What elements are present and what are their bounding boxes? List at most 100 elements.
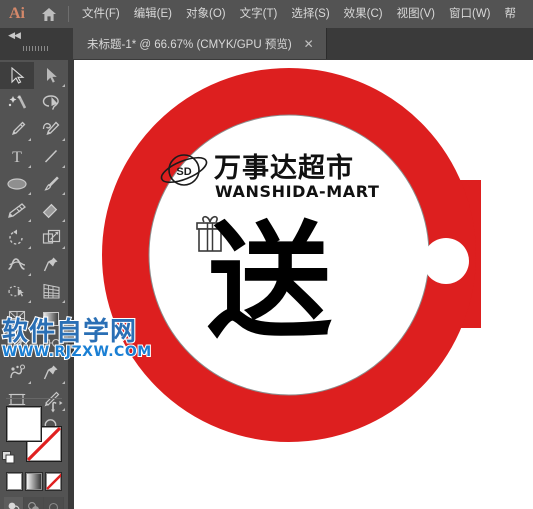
lasso-icon	[42, 95, 59, 110]
blend-tool[interactable]	[34, 332, 68, 359]
home-icon[interactable]	[34, 0, 64, 28]
tool-flyout-corner	[62, 354, 65, 357]
toolbar-drag-handle[interactable]	[16, 44, 56, 52]
document-tab[interactable]: 未标题-1* @ 66.67% (CMYK/GPU 预览) ✕	[73, 28, 327, 59]
selection-arrow-icon	[10, 67, 25, 84]
fill-stroke-controls	[2, 401, 63, 464]
shaper-pencil-icon	[8, 203, 26, 218]
curvature-tool[interactable]	[34, 116, 68, 143]
tool-flyout-corner	[62, 84, 65, 87]
menu-window[interactable]: 窗口(W)	[442, 0, 498, 28]
brand-badge-text: SD	[176, 166, 191, 178]
collapse-panel-icon[interactable]: ◀◀	[3, 29, 25, 42]
menu-bar: Ai 文件(F) 编辑(E) 对象(O) 文字(T) 选择(S) 效果(C) 视…	[0, 0, 533, 28]
tools-grid: T	[0, 62, 68, 440]
menu-file[interactable]: 文件(F)	[75, 0, 127, 28]
none-slash-small-icon	[45, 473, 61, 490]
eyedropper-icon	[9, 338, 24, 354]
gradient-icon	[43, 311, 59, 326]
ellipse-tool[interactable]	[0, 170, 34, 197]
shaper-tool[interactable]	[0, 197, 34, 224]
mesh-tool[interactable]	[0, 305, 34, 332]
menu-help-truncated[interactable]: 帮	[498, 0, 524, 28]
scale-tool[interactable]	[34, 224, 68, 251]
menu-object[interactable]: 对象(O)	[179, 0, 233, 28]
menu-select[interactable]: 选择(S)	[284, 0, 336, 28]
menu-edit[interactable]: 编辑(E)	[127, 0, 179, 28]
tool-flyout-corner	[62, 300, 65, 303]
width-icon	[8, 258, 26, 270]
brand-name-en: WANSHIDA-MART	[215, 182, 380, 201]
shape-builder-icon	[8, 285, 24, 297]
color-mode-button[interactable]	[6, 472, 24, 491]
paintbrush-tool[interactable]	[34, 170, 68, 197]
shape-builder-tool[interactable]	[0, 278, 34, 305]
direct-selection-arrow-icon	[46, 68, 57, 83]
document-tab-bar: ◀◀ 未标题-1* @ 66.67% (CMYK/GPU 预览) ✕	[0, 28, 533, 60]
draw-behind-button[interactable]	[24, 497, 44, 509]
type-T-icon: T	[12, 149, 22, 165]
tool-flyout-corner	[62, 246, 65, 249]
headline-character: 送	[207, 210, 332, 355]
menu-view[interactable]: 视图(V)	[390, 0, 442, 28]
paintbrush-icon	[43, 176, 59, 191]
rotate-tool[interactable]	[0, 224, 34, 251]
home-glyph	[42, 7, 56, 21]
grip-dots-icon	[23, 45, 49, 51]
toolbar-separator	[6, 398, 62, 399]
draw-inside-icon	[48, 502, 59, 509]
none-mode-button[interactable]	[44, 472, 62, 491]
ellipse-icon	[7, 177, 27, 190]
draw-inside-button[interactable]	[44, 497, 64, 509]
artwork-vector: SD 万事达超市 WANSHIDA-MART 送	[102, 68, 481, 442]
menu-type[interactable]: 文字(T)	[233, 0, 285, 28]
tool-flyout-corner	[62, 138, 65, 141]
symbol-sprayer-tool[interactable]	[0, 359, 34, 386]
line-icon	[44, 149, 58, 163]
symbol-sprayer-icon	[9, 364, 25, 379]
tool-flyout-corner	[28, 273, 31, 276]
default-fill-stroke-icon[interactable]	[2, 451, 15, 464]
tool-flyout-corner	[62, 219, 65, 222]
column-graph-tool[interactable]	[34, 359, 68, 386]
lasso-tool[interactable]	[34, 89, 68, 116]
app-logo: Ai	[9, 5, 25, 22]
magic-wand-tool[interactable]	[0, 89, 34, 116]
line-segment-tool[interactable]	[34, 143, 68, 170]
draw-mode-buttons	[4, 497, 64, 509]
tab-bar-empty-area	[329, 28, 533, 59]
eraser-tool[interactable]	[34, 197, 68, 224]
document-tab-title: 未标题-1* @ 66.67% (CMYK/GPU 预览)	[87, 38, 292, 51]
eraser-icon	[42, 203, 58, 219]
menu-effect[interactable]: 效果(C)	[337, 0, 390, 28]
swap-fill-stroke-icon[interactable]	[50, 400, 64, 414]
selection-tool[interactable]	[0, 62, 34, 89]
free-transform-tool[interactable]	[34, 251, 68, 278]
fill-color-swatch[interactable]	[6, 406, 42, 442]
artboard-canvas[interactable]: SD 万事达超市 WANSHIDA-MART 送	[74, 60, 533, 509]
draw-normal-icon	[8, 502, 20, 509]
gradient-mode-button[interactable]	[25, 472, 43, 491]
tag-hole	[423, 238, 469, 284]
tool-flyout-corner	[62, 381, 65, 384]
perspective-grid-tool[interactable]	[34, 278, 68, 305]
width-tool[interactable]	[0, 251, 34, 278]
tool-flyout-corner	[28, 165, 31, 168]
close-icon[interactable]: ✕	[304, 37, 314, 51]
pen-icon	[11, 121, 25, 136]
gradient-tool[interactable]	[34, 305, 68, 332]
menu-divider	[68, 6, 69, 22]
draw-normal-button[interactable]	[4, 497, 24, 509]
direct-selection-tool[interactable]	[34, 62, 68, 89]
tool-flyout-corner	[62, 192, 65, 195]
tool-flyout-corner	[28, 354, 31, 357]
rotate-icon	[9, 229, 23, 245]
eyedropper-tool[interactable]	[0, 332, 34, 359]
brand-name-cn: 万事达超市	[214, 152, 354, 184]
pen-tool[interactable]	[0, 116, 34, 143]
tool-flyout-corner	[62, 165, 65, 168]
tool-flyout-corner	[28, 381, 31, 384]
type-tool[interactable]: T	[0, 143, 34, 170]
tool-flyout-corner	[28, 219, 31, 222]
tool-flyout-corner	[28, 192, 31, 195]
